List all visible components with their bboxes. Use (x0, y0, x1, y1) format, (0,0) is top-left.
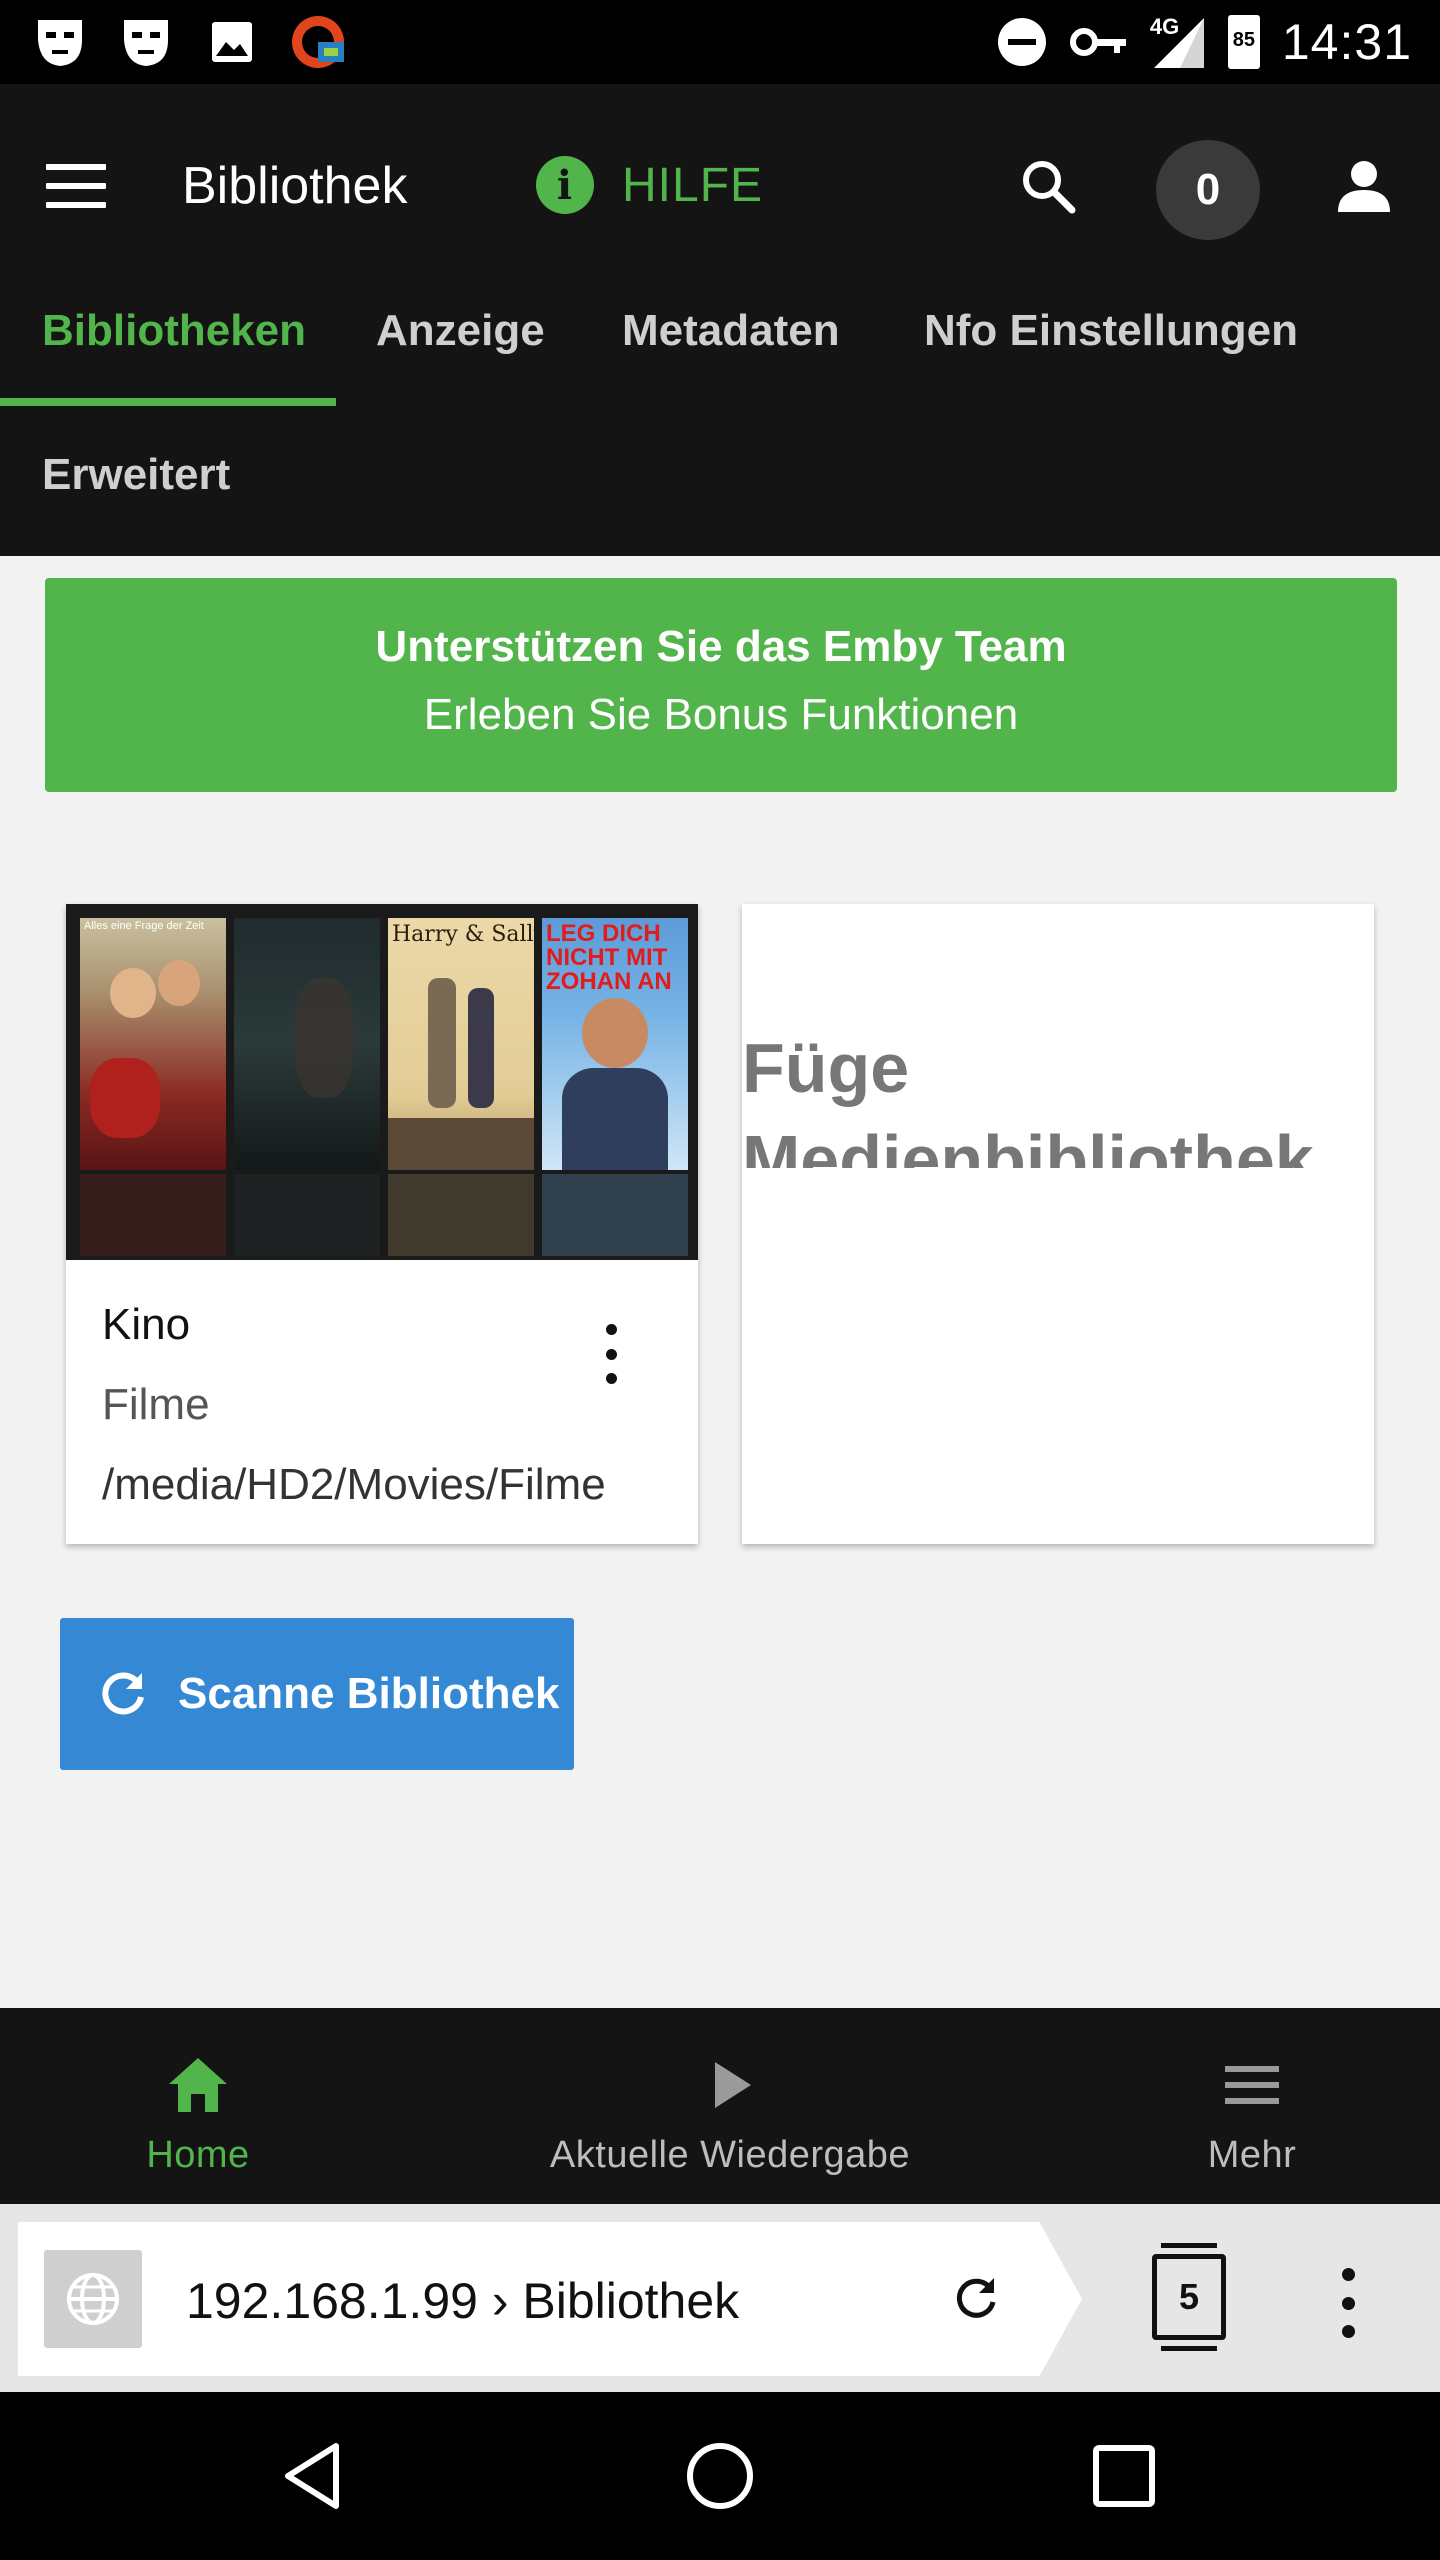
tab-bibliotheken[interactable]: Bibliotheken (42, 296, 306, 412)
poster-image: Harry & Sally (388, 918, 534, 1170)
tab-erweitert[interactable]: Erweitert (42, 450, 230, 500)
nav-home[interactable]: Home (98, 2008, 298, 2204)
tab-anzeige[interactable]: Anzeige (376, 296, 545, 412)
library-poster-strip: Alles eine Frage der Zeit Harry & Sally … (66, 904, 698, 1260)
poster-caption: LEG DICH NICHT MIT ZOHAN AN (546, 920, 672, 995)
library-type: Filme (102, 1380, 210, 1429)
poster-image (234, 918, 380, 1170)
promo-banner[interactable]: Unterstützen Sie das Emby Team Erleben S… (45, 578, 1397, 792)
home-button-icon[interactable] (680, 2436, 760, 2516)
mask-icon (116, 12, 176, 72)
user-icon[interactable] (1336, 158, 1392, 214)
globe-icon (44, 2250, 142, 2348)
poster-caption: Alles eine Frage der Zeit (84, 920, 204, 932)
scan-library-button[interactable]: Scanne Bibliothek (60, 1618, 574, 1770)
poster-caption: Harry & Sally (392, 922, 534, 947)
library-name: Kino (102, 1300, 191, 1349)
tab-nfo-einstellungen[interactable]: Nfo Einstellungen (924, 296, 1298, 412)
cast-count-badge[interactable]: 0 (1156, 140, 1260, 240)
status-bar: 4G 85 14:31 (0, 0, 1440, 84)
library-card[interactable]: Alles eine Frage der Zeit Harry & Sally … (66, 904, 698, 1544)
back-icon[interactable] (276, 2436, 356, 2516)
tab-metadaten[interactable]: Metadaten (622, 296, 840, 412)
menu-icon (1225, 2066, 1279, 2104)
battery-icon: 85 (1227, 15, 1260, 69)
poster-reflection (234, 1174, 380, 1256)
add-library-label: Füge Medienbibliothek hinzu (742, 1029, 1314, 1168)
home-icon (169, 2058, 227, 2112)
help-label: HILFE (622, 158, 764, 212)
image-icon (202, 12, 262, 72)
info-icon: i (536, 156, 594, 214)
url-text: 192.168.1.99 › Bibliothek (186, 2273, 740, 2329)
poster-image: Alles eine Frage der Zeit (80, 918, 226, 1170)
refresh-icon (102, 1672, 144, 1715)
nav-now-playing-label: Aktuelle Wiedergabe (549, 2134, 911, 2176)
poster-image: LEG DICH NICHT MIT ZOHAN AN (542, 918, 688, 1170)
do-not-disturb-icon (997, 18, 1046, 66)
nav-home-label: Home (146, 2134, 250, 2176)
battery-level: 85 (1232, 29, 1255, 51)
nav-more-label: Mehr (1207, 2134, 1297, 2176)
reload-icon[interactable] (952, 2274, 1002, 2324)
page-title: Bibliothek (182, 157, 408, 215)
add-library-card[interactable]: Füge Medienbibliothek hinzu (742, 904, 1374, 1544)
url-bar[interactable]: 192.168.1.99 › Bibliothek (18, 2222, 1082, 2376)
recents-icon[interactable] (1084, 2436, 1164, 2516)
help-link[interactable]: i HILFE (536, 156, 763, 214)
play-icon (715, 2062, 751, 2108)
poster-reflection (542, 1174, 688, 1256)
hamburger-menu-icon[interactable] (46, 164, 106, 208)
search-icon[interactable] (1018, 156, 1078, 216)
library-path: /media/HD2/Movies/Filme (102, 1460, 606, 1509)
vpn-key-icon (1069, 28, 1126, 56)
nav-more[interactable]: Mehr (1152, 2008, 1352, 2204)
scan-library-label: Scanne Bibliothek (178, 1669, 560, 1718)
promo-title: Unterstützen Sie das Emby Team (375, 622, 1067, 671)
vpn-icon (288, 12, 348, 72)
signal-icon: 4G (1150, 14, 1206, 70)
tab-switcher-button[interactable]: 5 (1152, 2243, 1226, 2351)
active-tab-indicator (0, 398, 336, 406)
poster-reflection (388, 1174, 534, 1256)
tab-count: 5 (1178, 2276, 1200, 2317)
browser-toolbar: 192.168.1.99 › Bibliothek 5 (0, 2204, 1440, 2392)
system-navigation (0, 2392, 1440, 2560)
nav-now-playing[interactable]: Aktuelle Wiedergabe (520, 2008, 940, 2204)
clock: 14:31 (1281, 14, 1412, 70)
poster-reflection (80, 1174, 226, 1256)
main-content: Unterstützen Sie das Emby Team Erleben S… (0, 556, 1440, 2008)
more-vert-icon[interactable] (596, 1324, 626, 1384)
promo-subtitle: Erleben Sie Bonus Funktionen (423, 690, 1019, 739)
bottom-navigation: Home Aktuelle Wiedergabe Mehr (0, 2008, 1440, 2204)
browser-menu-icon[interactable] (1336, 2268, 1360, 2338)
mask-icon (30, 12, 90, 72)
